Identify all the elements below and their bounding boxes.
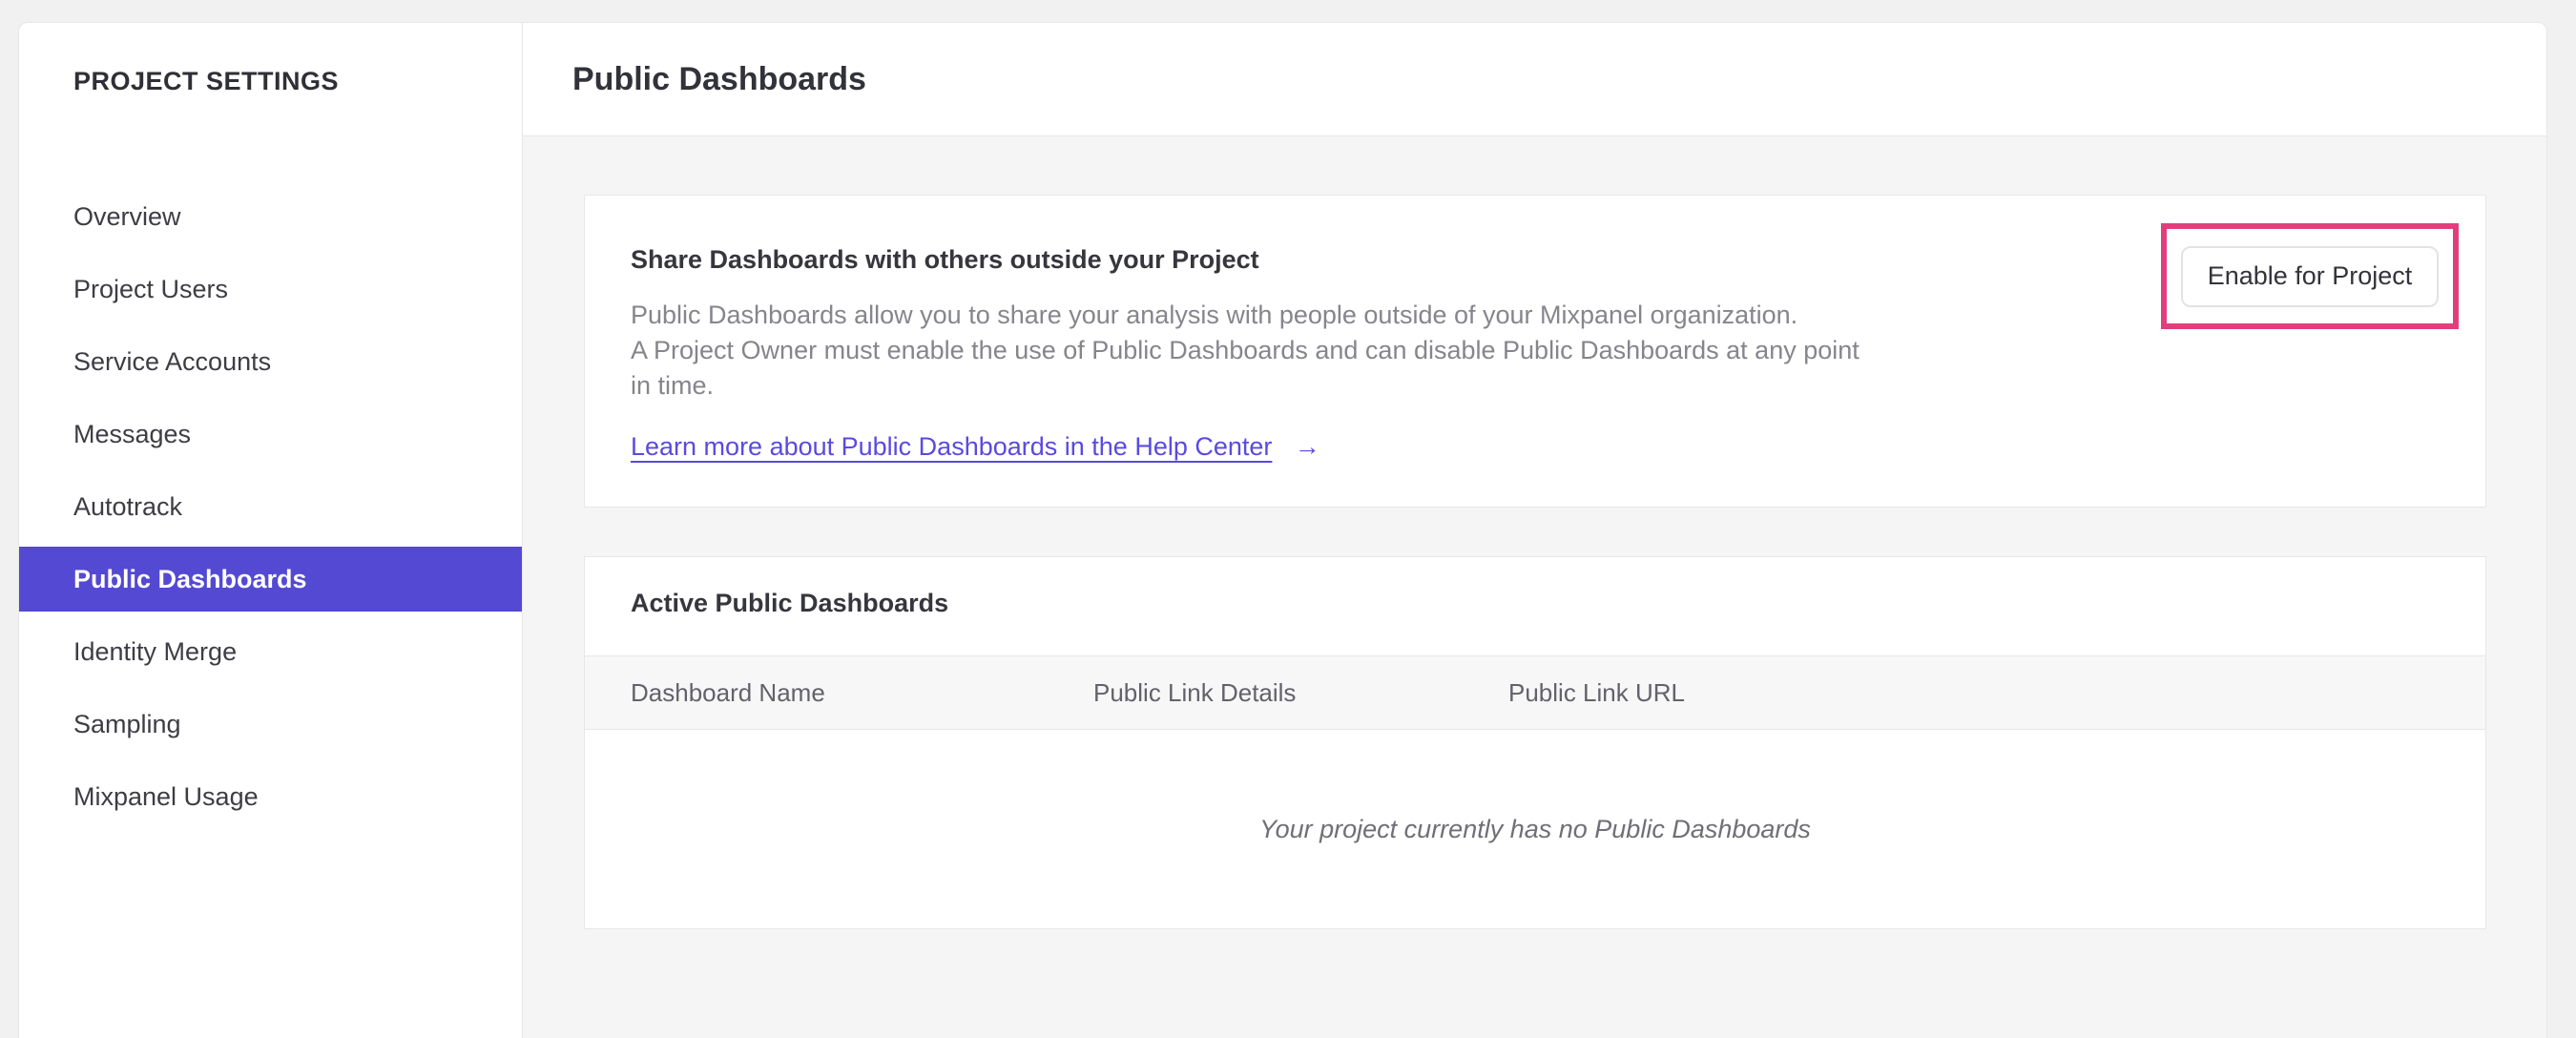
table-header-row: Dashboard Name Public Link Details Public …: [585, 655, 2485, 730]
help-center-link[interactable]: Learn more about Public Dashboards in th…: [631, 432, 1320, 462]
project-settings-page: PROJECT SETTINGS Overview Project Users Se…: [0, 0, 2576, 1038]
sidebar-item-project-users[interactable]: Project Users: [19, 257, 522, 322]
sidebar-item-sampling[interactable]: Sampling: [19, 692, 522, 757]
page-header: Public Dashboards: [523, 23, 2546, 136]
share-dashboards-card: Share Dashboards with others outside you…: [584, 195, 2486, 508]
description-line-3: in time.: [631, 371, 715, 400]
sidebar-item-identity-merge[interactable]: Identity Merge: [19, 619, 522, 684]
sidebar-item-mixpanel-usage[interactable]: Mixpanel Usage: [19, 764, 522, 829]
annotation-highlight-box: Enable for Project: [2161, 223, 2459, 329]
main-panel: Public Dashboards Share Dashboards with …: [523, 22, 2547, 1038]
sidebar-item-messages[interactable]: Messages: [19, 402, 522, 467]
active-dashboards-card: Active Public Dashboards Dashboard Name P…: [584, 556, 2486, 929]
sidebar-title: PROJECT SETTINGS: [73, 67, 340, 95]
sidebar-item-overview[interactable]: Overview: [19, 184, 522, 249]
project-settings-sidebar: PROJECT SETTINGS Overview Project Users Se…: [18, 22, 523, 1038]
empty-state-message: Your project currently has no Public Das…: [1259, 814, 1811, 843]
column-header-public-link-details: Public Link Details: [1093, 677, 1297, 707]
column-header-dashboard-name: Dashboard Name: [631, 677, 825, 707]
page-title: Public Dashboards: [572, 60, 866, 97]
help-center-link-label: Learn more about Public Dashboards in th…: [631, 432, 1273, 461]
sidebar-nav: Overview Project Users Service Accounts Mes…: [19, 176, 522, 837]
sidebar-item-autotrack[interactable]: Autotrack: [19, 474, 522, 539]
content-area: Share Dashboards with others outside you…: [523, 136, 2546, 1038]
enable-for-project-button[interactable]: Enable for Project: [2181, 245, 2439, 307]
description-line-2: A Project Owner must enable the use of P…: [631, 336, 1859, 364]
arrow-right-icon: →: [1294, 432, 1320, 461]
active-card-title: Active Public Dashboards: [631, 589, 949, 617]
column-header-public-link-url: Public Link URL: [1508, 677, 1685, 707]
sidebar-item-public-dashboards[interactable]: Public Dashboards: [19, 547, 522, 612]
sidebar-item-service-accounts[interactable]: Service Accounts: [19, 329, 522, 394]
